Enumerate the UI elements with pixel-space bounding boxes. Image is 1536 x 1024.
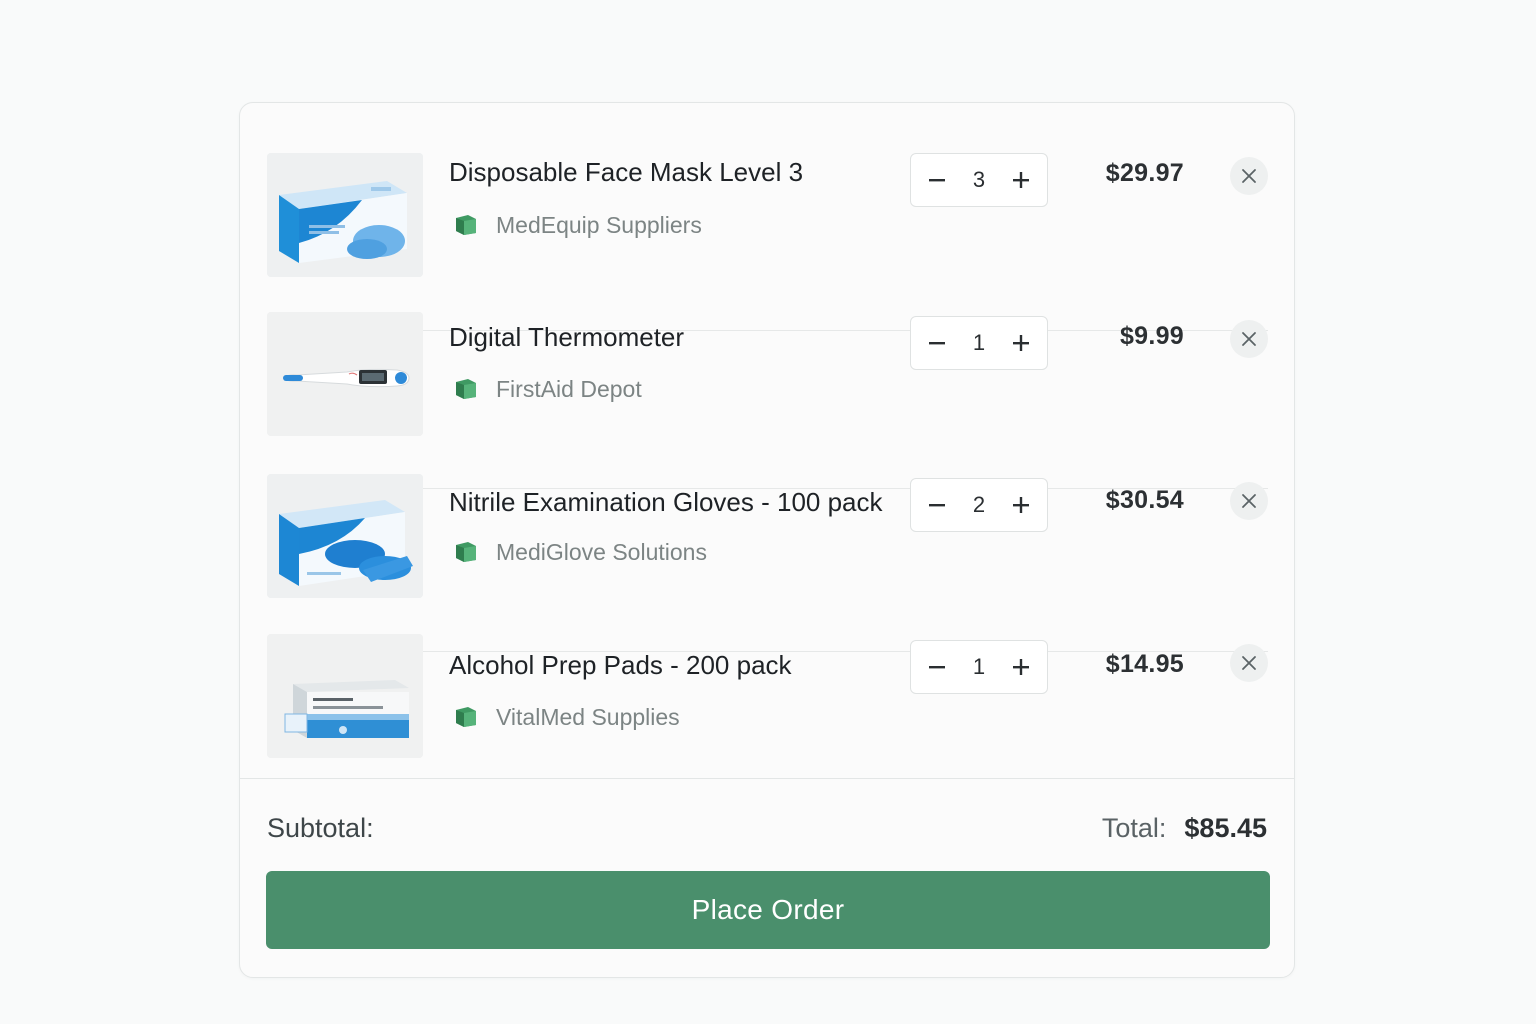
quantity-stepper: 3	[910, 153, 1048, 207]
supplier: FirstAid Depot	[454, 375, 642, 403]
minus-icon	[929, 504, 945, 507]
decrement-button[interactable]	[919, 162, 955, 198]
increment-button[interactable]	[1003, 325, 1039, 361]
remove-item-button[interactable]	[1230, 157, 1268, 195]
decrement-button[interactable]	[919, 325, 955, 361]
quantity-value[interactable]: 1	[964, 654, 994, 680]
item-price: $30.54	[1105, 486, 1184, 514]
plus-icon	[1013, 659, 1029, 675]
minus-icon	[929, 342, 945, 345]
cart-card: Disposable Face Mask Level 3 MedEquip Su…	[239, 102, 1295, 978]
cart-item: Nitrile Examination Gloves - 100 pack Me…	[267, 474, 1268, 652]
supplier-name: MedEquip Suppliers	[496, 211, 702, 238]
quantity-stepper: 1	[910, 640, 1048, 694]
supplier-box-icon	[456, 707, 476, 727]
plus-icon	[1013, 335, 1029, 351]
quantity-value[interactable]: 2	[964, 492, 994, 518]
item-title: Disposable Face Mask Level 3	[449, 157, 804, 187]
item-title: Nitrile Examination Gloves - 100 pack	[449, 487, 883, 517]
increment-button[interactable]	[1003, 162, 1039, 198]
supplier-name: MediGlove Solutions	[496, 538, 707, 565]
total-value: $85.45	[1184, 813, 1267, 843]
plus-icon	[1013, 172, 1029, 188]
quantity-stepper: 1	[910, 316, 1048, 370]
close-icon	[1242, 656, 1256, 670]
supplier-box-icon	[456, 215, 476, 235]
close-icon	[1242, 332, 1256, 346]
cart-item: Alcohol Prep Pads - 200 pack VitalMed Su…	[267, 634, 1268, 794]
cart-item: Disposable Face Mask Level 3 MedEquip Su…	[267, 153, 1268, 331]
gloves-box-image	[267, 474, 423, 598]
place-order-label: Place Order	[691, 894, 845, 925]
item-price: $29.97	[1105, 159, 1184, 187]
minus-icon	[929, 666, 945, 669]
remove-item-button[interactable]	[1230, 644, 1268, 682]
quantity-stepper: 2	[910, 478, 1048, 532]
decrement-button[interactable]	[919, 649, 955, 685]
total-label: Total:	[1101, 813, 1167, 843]
subtotal-label: Subtotal:	[267, 813, 374, 843]
item-title: Alcohol Prep Pads - 200 pack	[449, 650, 792, 680]
increment-button[interactable]	[1003, 487, 1039, 523]
item-price: $14.95	[1105, 650, 1184, 678]
supplier: VitalMed Supplies	[454, 703, 680, 731]
quantity-value[interactable]: 1	[964, 330, 994, 356]
item-price: $9.99	[1119, 322, 1184, 350]
close-icon	[1242, 169, 1256, 183]
place-order-button[interactable]: Place Order	[266, 871, 1270, 949]
supplier-box-icon	[456, 379, 476, 399]
footer-divider	[240, 778, 1294, 779]
face-mask-box-image	[267, 153, 423, 277]
thermometer-image	[267, 312, 423, 436]
supplier-box-icon	[456, 542, 476, 562]
prep-pads-box-image	[267, 634, 423, 758]
remove-item-button[interactable]	[1230, 482, 1268, 520]
supplier: MedEquip Suppliers	[454, 211, 702, 239]
supplier-name: FirstAid Depot	[496, 375, 642, 402]
item-title: Digital Thermometer	[449, 322, 685, 352]
plus-icon	[1013, 497, 1029, 513]
supplier: MediGlove Solutions	[454, 538, 707, 566]
order-total: Total: $85.45	[1102, 813, 1267, 844]
quantity-value[interactable]: 3	[964, 167, 994, 193]
cart-item: Digital Thermometer FirstAid Depot 1 $9.…	[267, 312, 1268, 489]
supplier-name: VitalMed Supplies	[496, 703, 680, 730]
remove-item-button[interactable]	[1230, 320, 1268, 358]
close-icon	[1242, 494, 1256, 508]
decrement-button[interactable]	[919, 487, 955, 523]
increment-button[interactable]	[1003, 649, 1039, 685]
minus-icon	[929, 179, 945, 182]
